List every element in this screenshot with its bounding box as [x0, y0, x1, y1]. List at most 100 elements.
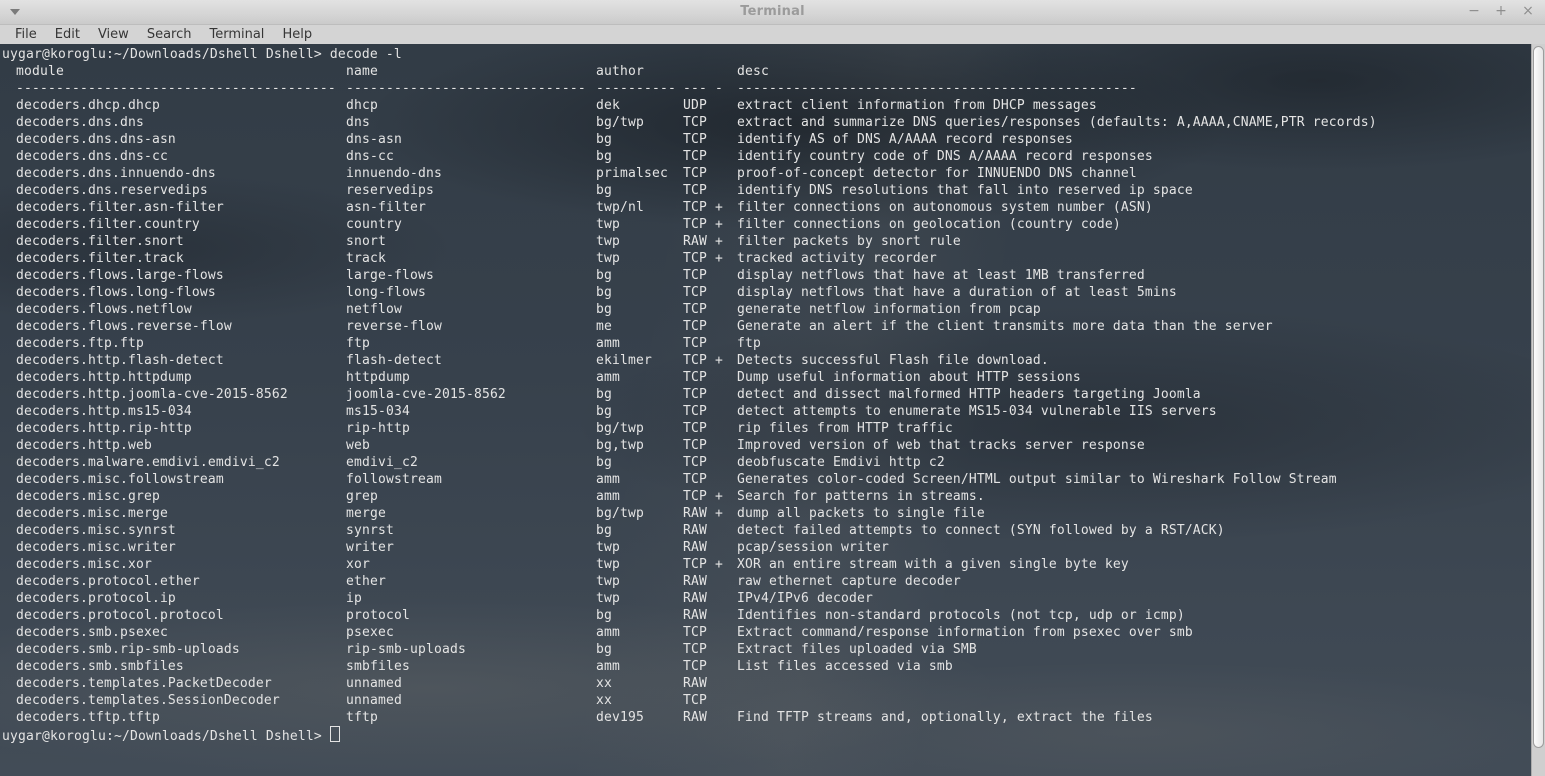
cell-module: decoders.tftp.tftp: [16, 709, 160, 726]
cell-author: twp: [596, 556, 620, 573]
cell-proto: RAW: [683, 709, 707, 726]
cell-name: grep: [346, 488, 378, 505]
cell-desc: rip files from HTTP traffic: [737, 420, 953, 437]
cell-proto: RAW: [683, 573, 707, 590]
cell-name: unnamed: [346, 692, 402, 709]
shell-prompt: uygar@koroglu:~/Downloads/Dshell Dshell>: [2, 47, 322, 62]
terminal-window: Terminal − + × File Edit View Search Ter…: [0, 0, 1545, 776]
cell-proto: TCP: [683, 624, 707, 641]
cell-author: amm: [596, 471, 620, 488]
cell-desc: display netflows that have a duration of…: [737, 284, 1177, 301]
decoder-table: decoders.dhcp.dhcp dhcp dek UDP extract …: [0, 97, 1531, 726]
menu-bar: File Edit View Search Terminal Help: [0, 25, 1545, 44]
cell-proto: TCP: [683, 284, 707, 301]
header-name: name: [346, 63, 378, 80]
cell-author: twp/nl: [596, 199, 644, 216]
table-row: decoders.dns.reservedips reservedips bg …: [0, 182, 1531, 199]
scrollbar-track[interactable]: [1531, 44, 1545, 776]
cell-module: decoders.flows.large-flows: [16, 267, 224, 284]
cell-desc: extract client information from DHCP mes…: [737, 97, 1097, 114]
cell-desc: Find TFTP streams and, optionally, extra…: [737, 709, 1153, 726]
separator-proto: --- -: [683, 80, 723, 97]
cell-author: bg: [596, 267, 612, 284]
minimize-button[interactable]: −: [1467, 3, 1481, 20]
cell-name: dns: [346, 114, 370, 131]
cell-name: netflow: [346, 301, 402, 318]
table-row: decoders.http.ms15-034 ms15-034 bg TCP d…: [0, 403, 1531, 420]
cell-name: flash-detect: [346, 352, 442, 369]
cell-name: joomla-cve-2015-8562: [346, 386, 506, 403]
cell-proto: TCP: [683, 148, 707, 165]
table-row: decoders.smb.psexec psexec amm TCP Extra…: [0, 624, 1531, 641]
cell-desc: identify DNS resolutions that fall into …: [737, 182, 1193, 199]
cell-desc: filter packets by snort rule: [737, 233, 961, 250]
scrollbar-thumb[interactable]: [1533, 46, 1544, 748]
cell-author: me: [596, 318, 612, 335]
cell-desc: Generates color-coded Screen/HTML output…: [737, 471, 1337, 488]
cell-author: twp: [596, 573, 620, 590]
menu-help[interactable]: Help: [273, 26, 321, 43]
cell-name: followstream: [346, 471, 442, 488]
cell-desc: dump all packets to single file: [737, 505, 985, 522]
table-row: decoders.protocol.ether ether twp RAW ra…: [0, 573, 1531, 590]
cell-proto: TCP +: [683, 352, 723, 369]
cell-proto: TCP: [683, 386, 707, 403]
cell-module: decoders.templates.PacketDecoder: [16, 675, 272, 692]
table-row: decoders.dns.dns-cc dns-cc bg TCP identi…: [0, 148, 1531, 165]
cell-desc: ftp: [737, 335, 761, 352]
cell-desc: Identifies non-standard protocols (not t…: [737, 607, 1185, 624]
header-module: module: [16, 63, 64, 80]
cell-module: decoders.protocol.ether: [16, 573, 200, 590]
close-button[interactable]: ×: [1521, 3, 1535, 20]
cell-module: decoders.filter.snort: [16, 233, 184, 250]
cell-proto: UDP: [683, 97, 707, 114]
menu-edit[interactable]: Edit: [46, 26, 89, 43]
table-row: decoders.flows.netflow netflow bg TCP ge…: [0, 301, 1531, 318]
cell-name: asn-filter: [346, 199, 426, 216]
table-row: decoders.smb.smbfiles smbfiles amm TCP L…: [0, 658, 1531, 675]
cell-module: decoders.http.joomla-cve-2015-8562: [16, 386, 288, 403]
cell-name: dns-asn: [346, 131, 402, 148]
table-row: decoders.filter.asn-filter asn-filter tw…: [0, 199, 1531, 216]
window-title: Terminal: [0, 4, 1545, 19]
table-row: decoders.dns.dns-asn dns-asn bg TCP iden…: [0, 131, 1531, 148]
table-row: decoders.misc.xor xor twp TCP + XOR an e…: [0, 556, 1531, 573]
cell-desc: raw ethernet capture decoder: [737, 573, 961, 590]
cell-name: smbfiles: [346, 658, 410, 675]
cell-proto: TCP +: [683, 250, 723, 267]
command-line: uygar@koroglu:~/Downloads/Dshell Dshell>…: [0, 46, 1531, 63]
cell-desc: List files accessed via smb: [737, 658, 953, 675]
maximize-button[interactable]: +: [1494, 3, 1508, 20]
terminal-screen[interactable]: uygar@koroglu:~/Downloads/Dshell Dshell>…: [0, 44, 1531, 776]
cell-author: dek: [596, 97, 620, 114]
table-row: decoders.tftp.tftp tftp dev195 RAW Find …: [0, 709, 1531, 726]
cell-module: decoders.dns.innuendo-dns: [16, 165, 216, 182]
cell-name: rip-smb-uploads: [346, 641, 466, 658]
menu-terminal[interactable]: Terminal: [200, 26, 273, 43]
cell-proto: TCP: [683, 420, 707, 437]
cell-proto: RAW: [683, 675, 707, 692]
cell-name: snort: [346, 233, 386, 250]
separator-desc: ----------------------------------------…: [737, 80, 1137, 97]
menu-file[interactable]: File: [6, 26, 46, 43]
cell-desc: identify country code of DNS A/AAAA reco…: [737, 148, 1153, 165]
menu-search[interactable]: Search: [138, 26, 201, 43]
menu-view[interactable]: View: [89, 26, 138, 43]
cell-module: decoders.misc.xor: [16, 556, 152, 573]
cell-author: bg: [596, 284, 612, 301]
table-row: decoders.misc.followstream followstream …: [0, 471, 1531, 488]
cell-module: decoders.malware.emdivi.emdivi_c2: [16, 454, 280, 471]
cell-author: xx: [596, 675, 612, 692]
cell-name: merge: [346, 505, 386, 522]
cell-name: httpdump: [346, 369, 410, 386]
table-row: decoders.misc.synrst synrst bg RAW detec…: [0, 522, 1531, 539]
cell-proto: TCP: [683, 692, 707, 709]
cell-proto: TCP: [683, 454, 707, 471]
current-prompt-line: uygar@koroglu:~/Downloads/Dshell Dshell>: [0, 726, 1531, 743]
table-row: decoders.http.httpdump httpdump amm TCP …: [0, 369, 1531, 386]
table-row: decoders.filter.snort snort twp RAW + fi…: [0, 233, 1531, 250]
cell-module: decoders.http.ms15-034: [16, 403, 192, 420]
cell-module: decoders.misc.merge: [16, 505, 168, 522]
cell-desc: tracked activity recorder: [737, 250, 937, 267]
entered-command: decode -l: [330, 47, 402, 62]
